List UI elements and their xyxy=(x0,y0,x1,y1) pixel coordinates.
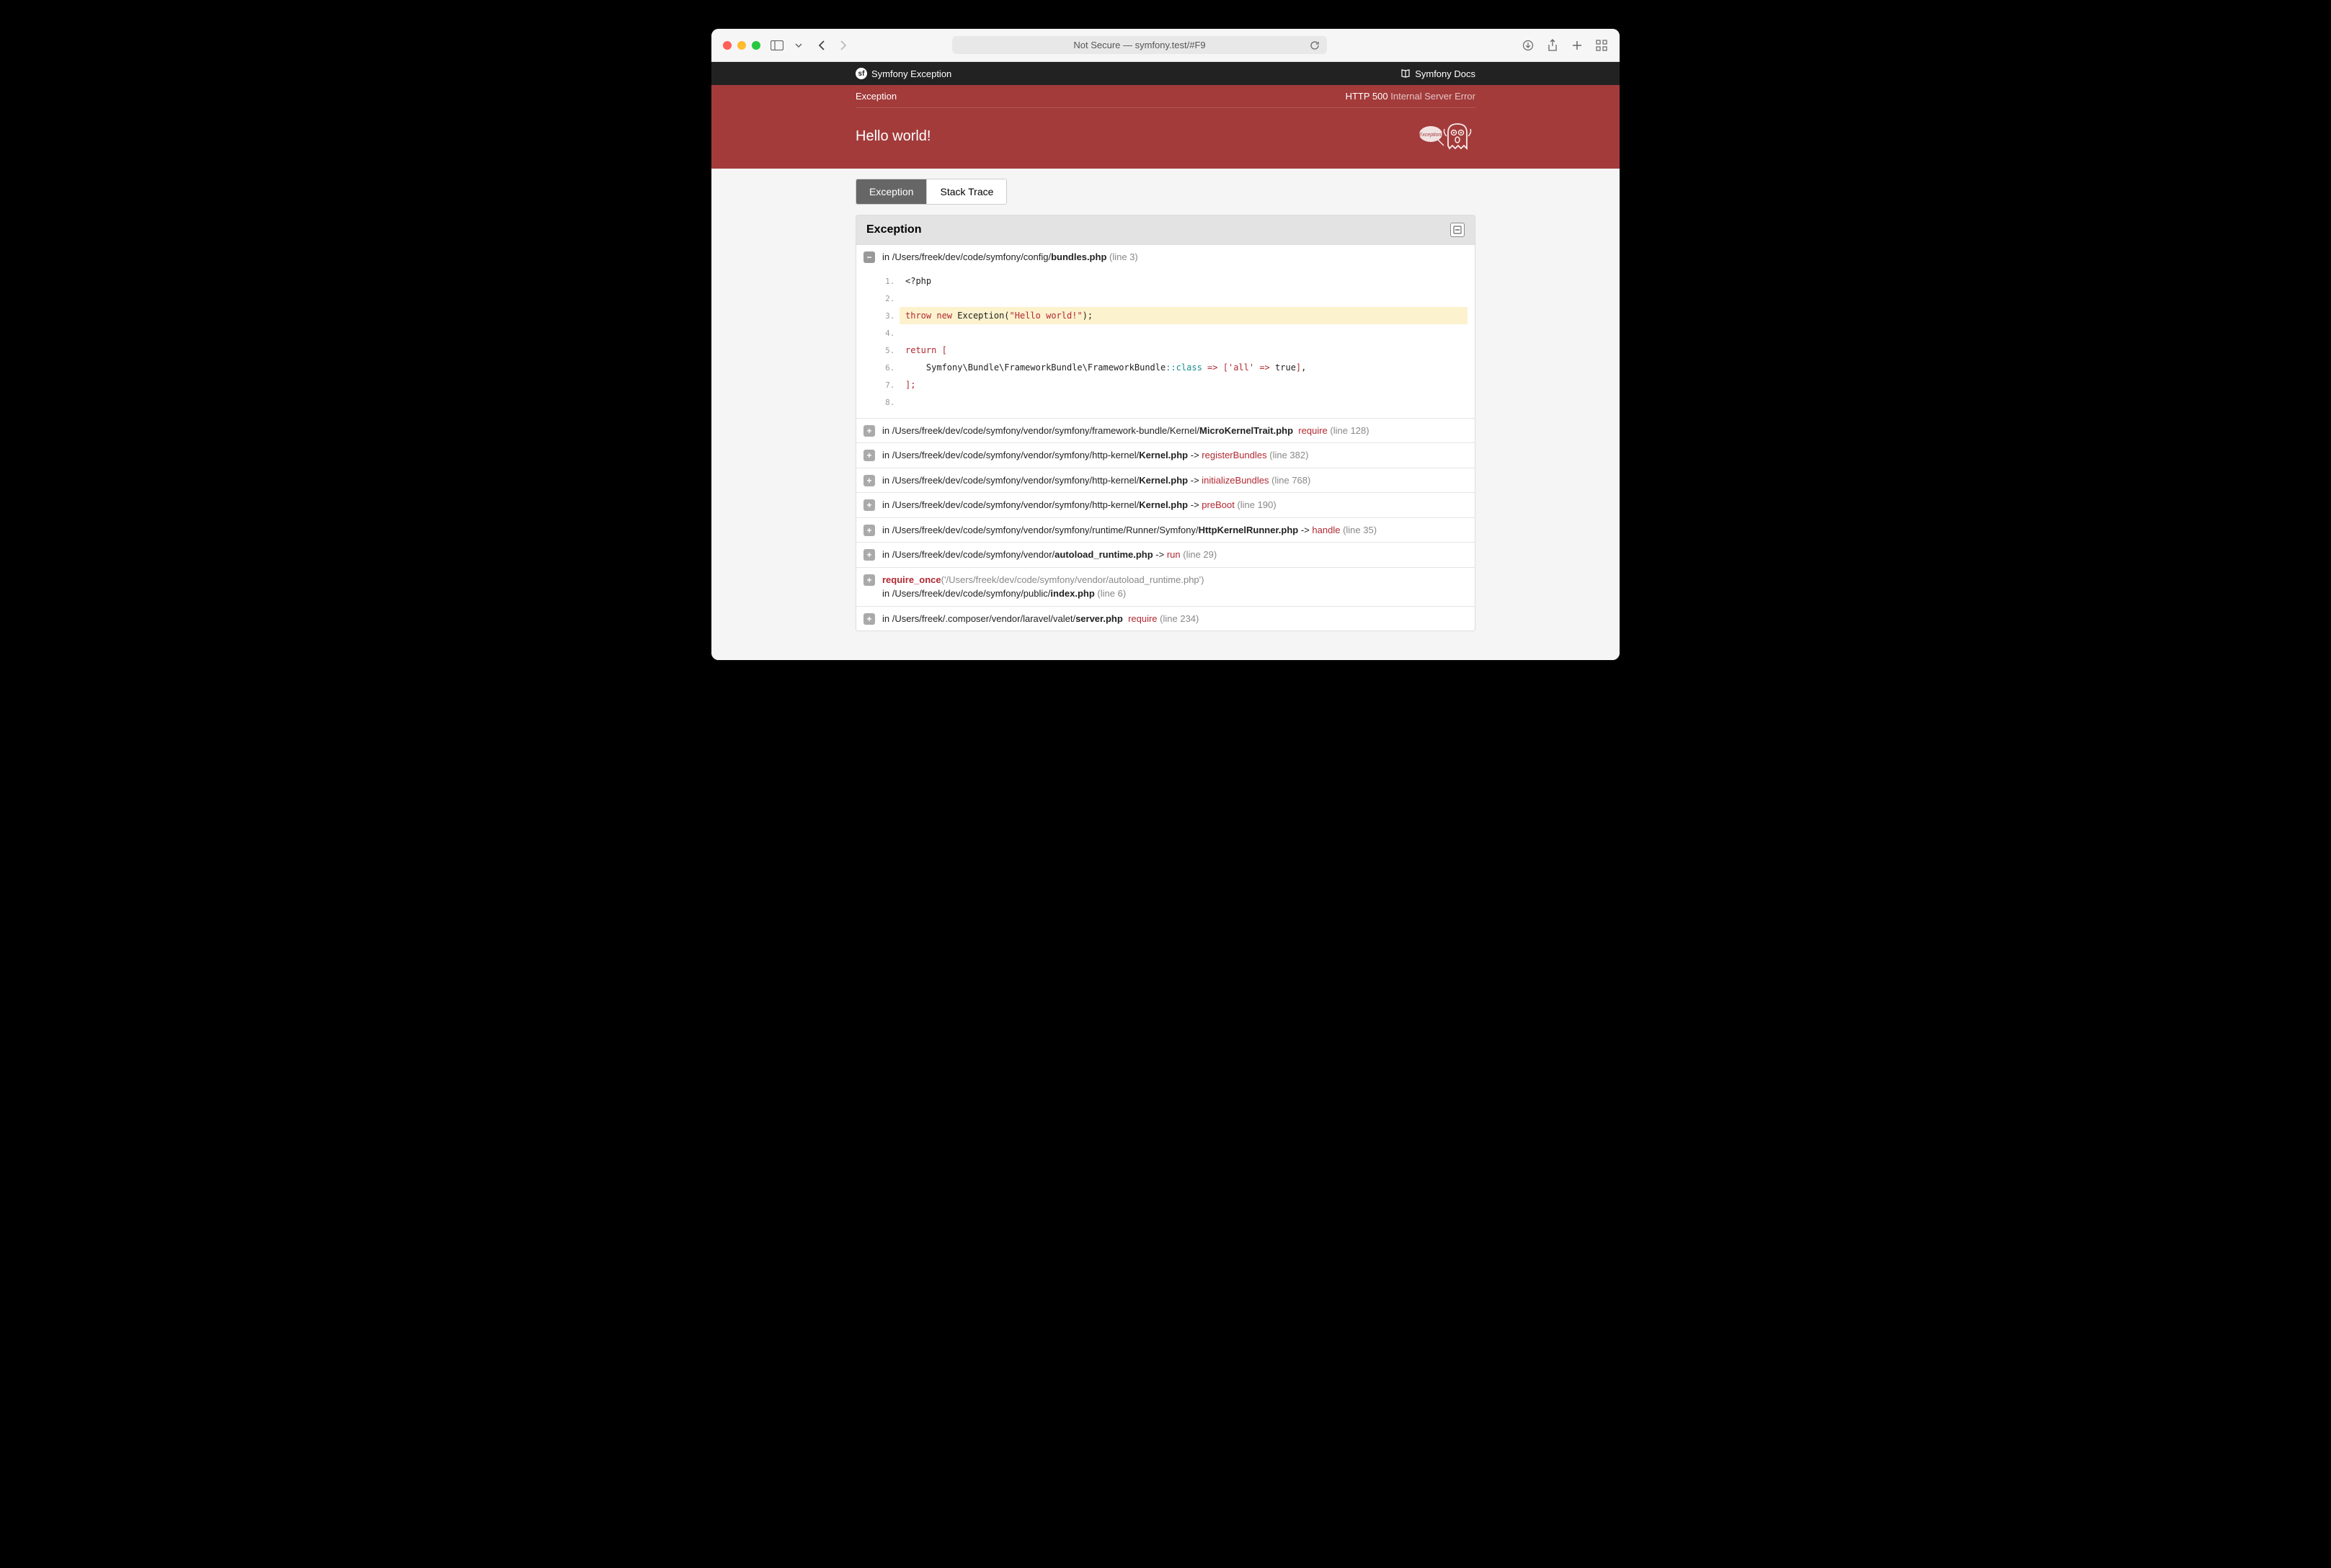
close-window-button[interactable] xyxy=(723,41,732,50)
error-header: Exception HTTP 500 Internal Server Error… xyxy=(711,85,1620,169)
expand-button[interactable]: + xyxy=(863,549,875,561)
ghost-illustration: Exception! xyxy=(1411,118,1475,154)
trace-location: in /Users/freek/dev/code/symfony/vendor/… xyxy=(882,448,1308,463)
http-status: HTTP 500 Internal Server Error xyxy=(1346,91,1475,102)
main-content: ExceptionStack Trace Exception − in /Use… xyxy=(856,169,1475,660)
symfony-brand: sf Symfony Exception xyxy=(856,68,951,79)
trace-location: require_once('/Users/freek/dev/code/symf… xyxy=(882,573,1204,601)
expand-button[interactable]: + xyxy=(863,525,875,536)
sidebar-icon[interactable] xyxy=(771,39,783,52)
trace-location: in /Users/freek/dev/code/symfony/vendor/… xyxy=(882,473,1310,488)
trace-location: in /Users/freek/.composer/vendor/laravel… xyxy=(882,612,1199,626)
trace-item-expanded: − in /Users/freek/dev/code/symfony/confi… xyxy=(856,245,1475,419)
code-line: ]; xyxy=(900,376,1468,393)
code-snippet: <?php throw new Exception("Hello world!"… xyxy=(856,270,1475,418)
trace-location: in /Users/freek/dev/code/symfony/vendor/… xyxy=(882,548,1217,562)
panel-title: Exception xyxy=(866,223,921,236)
code-line xyxy=(900,324,1468,342)
expand-button[interactable]: + xyxy=(863,613,875,625)
tabs: ExceptionStack Trace xyxy=(856,179,1007,205)
trace-item: + in /Users/freek/dev/code/symfony/vendor… xyxy=(856,468,1475,494)
downloads-icon[interactable] xyxy=(1522,39,1535,52)
expand-button[interactable]: + xyxy=(863,450,875,461)
book-icon xyxy=(1400,68,1411,79)
svg-text:Exception!: Exception! xyxy=(1419,133,1443,138)
trace-item: + in /Users/freek/dev/code/symfony/vendor… xyxy=(856,443,1475,468)
code-line: <?php xyxy=(900,272,1468,290)
address-text: Not Secure — symfony.test/#F9 xyxy=(1073,40,1205,50)
trace-item: + in /Users/freek/dev/code/symfony/vendor… xyxy=(856,493,1475,518)
page-body: sf Symfony Exception Symfony Docs Except… xyxy=(711,62,1620,660)
expand-button[interactable]: + xyxy=(863,425,875,437)
collapse-button[interactable]: − xyxy=(863,251,875,263)
docs-link[interactable]: Symfony Docs xyxy=(1400,68,1475,79)
brand-text: Symfony Exception xyxy=(871,68,951,79)
window-controls xyxy=(723,41,760,50)
code-line: throw new Exception("Hello world!"); xyxy=(900,307,1468,324)
code-line: return [ xyxy=(900,342,1468,359)
reload-icon[interactable] xyxy=(1310,40,1320,50)
new-tab-icon[interactable] xyxy=(1571,39,1584,52)
collapse-all-button[interactable] xyxy=(1450,223,1465,237)
tabs-overview-icon[interactable] xyxy=(1595,39,1608,52)
browser-window: Not Secure — symfony.test/#F9 sf xyxy=(711,29,1620,660)
browser-toolbar: Not Secure — symfony.test/#F9 xyxy=(711,29,1620,62)
expand-button[interactable]: + xyxy=(863,574,875,586)
trace-location: in /Users/freek/dev/code/symfony/vendor/… xyxy=(882,498,1276,512)
tab-stack-trace[interactable]: Stack Trace xyxy=(927,179,1006,204)
code-line: Symfony\Bundle\FrameworkBundle\Framework… xyxy=(900,359,1468,376)
exception-panel: Exception − in /Users/freek/dev/code/sym… xyxy=(856,215,1475,631)
back-button[interactable] xyxy=(815,39,828,52)
exception-class: Exception xyxy=(856,91,897,102)
trace-item: + in /Users/freek/dev/code/symfony/vendor… xyxy=(856,543,1475,568)
minimize-window-button[interactable] xyxy=(737,41,746,50)
share-icon[interactable] xyxy=(1546,39,1559,52)
docs-text: Symfony Docs xyxy=(1415,68,1475,79)
error-title: Hello world! xyxy=(856,128,931,145)
address-bar[interactable]: Not Secure — symfony.test/#F9 xyxy=(952,36,1327,54)
symfony-topbar: sf Symfony Exception Symfony Docs xyxy=(711,62,1620,85)
expand-button[interactable]: + xyxy=(863,475,875,486)
panel-header: Exception xyxy=(856,215,1475,245)
trace-location: in /Users/freek/dev/code/symfony/vendor/… xyxy=(882,424,1369,438)
trace-location: in /Users/freek/dev/code/symfony/config/… xyxy=(882,250,1138,264)
expand-button[interactable]: + xyxy=(863,499,875,511)
code-line xyxy=(900,290,1468,307)
maximize-window-button[interactable] xyxy=(752,41,760,50)
tab-exception[interactable]: Exception xyxy=(856,179,927,204)
trace-item: + in /Users/freek/.composer/vendor/larave… xyxy=(856,607,1475,631)
chevron-down-icon[interactable] xyxy=(792,39,805,52)
trace-location: in /Users/freek/dev/code/symfony/vendor/… xyxy=(882,523,1377,538)
code-line xyxy=(900,393,1468,411)
forward-button[interactable] xyxy=(837,39,850,52)
symfony-logo-icon: sf xyxy=(856,68,867,79)
trace-item: + require_once('/Users/freek/dev/code/sym… xyxy=(856,568,1475,607)
trace-item: + in /Users/freek/dev/code/symfony/vendor… xyxy=(856,518,1475,543)
trace-item: + in /Users/freek/dev/code/symfony/vendor… xyxy=(856,419,1475,444)
